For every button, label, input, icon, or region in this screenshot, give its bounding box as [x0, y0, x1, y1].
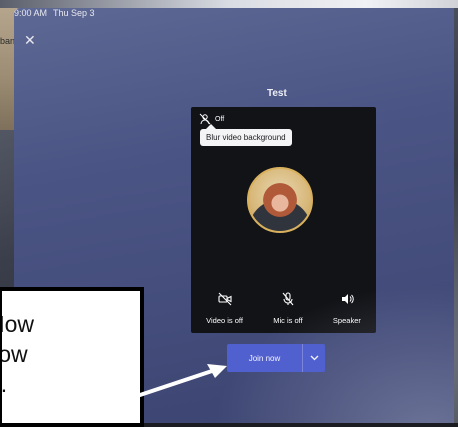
speaker-toggle[interactable]: Speaker — [333, 292, 361, 325]
video-toggle-label: Video is off — [206, 316, 243, 325]
video-off-icon — [217, 292, 232, 306]
join-now-button[interactable]: Join now — [227, 344, 303, 372]
callout-line: d. — [0, 371, 8, 397]
join-button-group: Join now — [227, 344, 325, 372]
status-time: 9:00 AM — [14, 8, 48, 18]
annotation-callout: Now llow d. — [0, 287, 144, 427]
blur-tooltip: Blur video background — [200, 124, 292, 146]
mic-off-icon — [282, 292, 294, 306]
avatar — [247, 167, 313, 233]
background-blur-state: Off — [215, 115, 225, 123]
speaker-icon — [341, 294, 354, 304]
close-icon[interactable]: ✕ — [24, 32, 36, 49]
photo-top-strip — [0, 0, 458, 8]
video-preview: Off Blur video background Video is off M — [191, 107, 376, 333]
video-toggle[interactable]: Video is off — [206, 292, 243, 325]
annotation-arrow — [136, 364, 227, 398]
device-controls: Video is off Mic is off Speaker — [191, 292, 376, 325]
mic-toggle[interactable]: Mic is off — [273, 292, 303, 325]
speaker-toggle-label: Speaker — [332, 316, 361, 325]
meeting-title: Test — [267, 88, 287, 99]
callout-line: Now — [2, 311, 35, 337]
chevron-down-icon — [310, 355, 318, 361]
mic-toggle-label: Mic is off — [273, 316, 303, 325]
callout-line: llow — [0, 341, 28, 367]
status-date: Thu Sep 3 — [53, 8, 95, 18]
join-options-button[interactable] — [303, 344, 325, 372]
status-bar: 9:00 AM Thu Sep 3 — [14, 8, 101, 18]
